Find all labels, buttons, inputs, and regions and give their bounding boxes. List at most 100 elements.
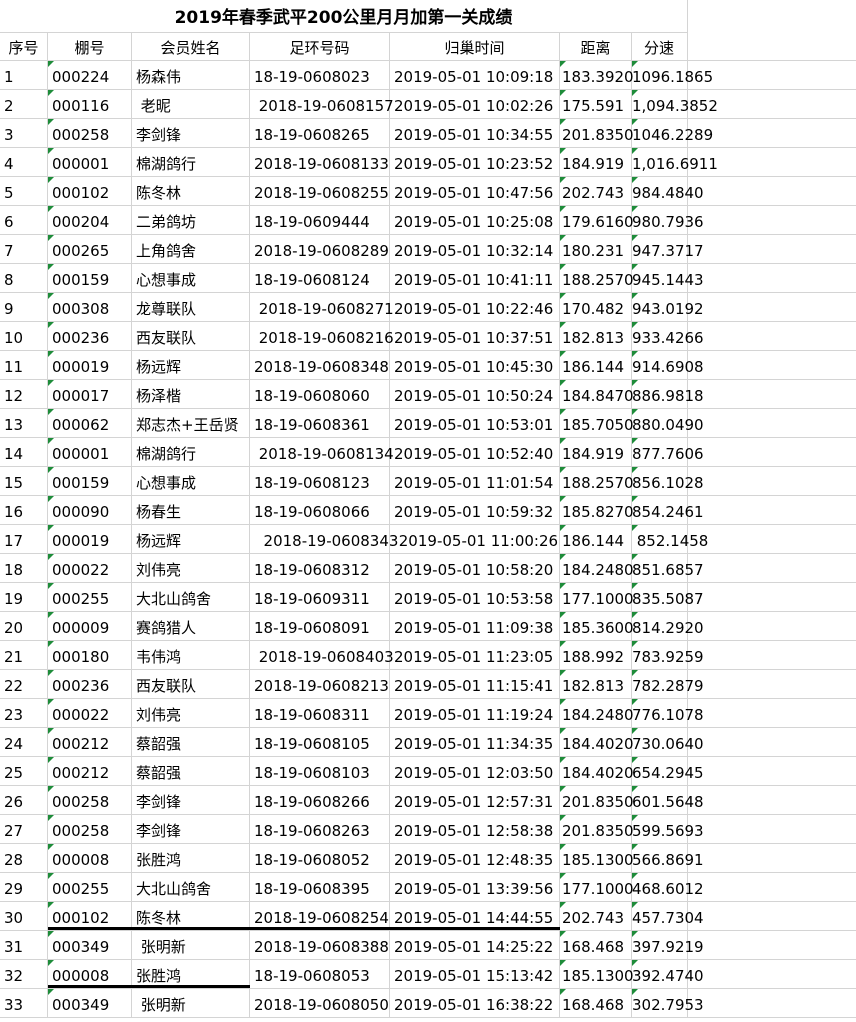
cell-ring[interactable]: 18-19-0608124	[250, 264, 390, 293]
cell-ring[interactable]: 2018-19-0608289	[250, 235, 390, 264]
cell-arrival[interactable]: 2019-05-01 10:09:18	[390, 61, 560, 90]
cell-member[interactable]: 张明新	[132, 931, 250, 960]
cell-index[interactable]: 12	[0, 380, 48, 409]
cell-index[interactable]: 10	[0, 322, 48, 351]
cell-distance[interactable]: 184.2480	[560, 554, 634, 583]
cell-member[interactable]: 大北山鸽舍	[132, 873, 250, 902]
cell-distance[interactable]: 201.8350	[560, 119, 634, 148]
empty-cell[interactable]	[688, 525, 856, 554]
cell-index[interactable]: 21	[0, 641, 48, 670]
cell-ring[interactable]: 2018-19-0608050	[250, 989, 390, 1018]
cell-speed[interactable]: 854.2461	[632, 496, 704, 525]
cell-loft[interactable]: 000258	[48, 786, 132, 815]
empty-cell[interactable]	[688, 177, 856, 206]
cell-speed[interactable]: 1096.1865	[632, 61, 713, 90]
cell-index[interactable]: 19	[0, 583, 48, 612]
cell-member[interactable]: 李剑锋	[132, 119, 250, 148]
cell-arrival[interactable]: 2019-05-01 10:59:32	[390, 496, 560, 525]
cell-member[interactable]: 西友联队	[132, 322, 250, 351]
cell-index[interactable]: 14	[0, 438, 48, 467]
cell-arrival[interactable]: 2019-05-01 16:38:22	[390, 989, 560, 1018]
cell-member[interactable]: 棉湖鸽行	[132, 438, 250, 467]
cell-speed[interactable]: 1,016.6911	[632, 148, 718, 177]
cell-speed[interactable]: 933.4266	[632, 322, 704, 351]
cell-loft[interactable]: 000001	[48, 148, 132, 177]
cell-distance[interactable]: 180.231	[560, 235, 632, 264]
cell-arrival[interactable]: 2019-05-01 11:15:41	[390, 670, 560, 699]
cell-ring[interactable]: 18-19-0608053	[250, 960, 390, 989]
cell-speed[interactable]: 880.0490	[632, 409, 704, 438]
empty-cell[interactable]	[688, 728, 856, 757]
cell-loft[interactable]: 000159	[48, 264, 132, 293]
cell-speed[interactable]: 856.1028	[632, 467, 704, 496]
cell-distance[interactable]: 188.2570	[560, 467, 634, 496]
cell-ring[interactable]: 2018-19-0608157	[250, 90, 394, 119]
cell-loft[interactable]: 000349	[48, 931, 132, 960]
cell-distance[interactable]: 184.919	[560, 148, 632, 177]
cell-member[interactable]: 郑志杰+王岳贤	[132, 409, 250, 438]
cell-loft[interactable]: 000008	[48, 844, 132, 873]
cell-speed[interactable]: 984.4840	[632, 177, 704, 206]
cell-speed[interactable]: 980.7936	[632, 206, 704, 235]
cell-ring[interactable]: 2018-19-0608133	[250, 148, 390, 177]
cell-ring[interactable]: 2018-19-0608388	[250, 931, 390, 960]
empty-cell[interactable]	[688, 931, 856, 960]
cell-loft[interactable]: 000265	[48, 235, 132, 264]
empty-cell[interactable]	[688, 380, 856, 409]
empty-cell[interactable]	[688, 409, 856, 438]
cell-distance[interactable]: 177.1000	[560, 873, 634, 902]
cell-arrival[interactable]: 2019-05-01 11:01:54	[390, 467, 560, 496]
cell-index[interactable]: 7	[0, 235, 48, 264]
cell-arrival[interactable]: 2019-05-01 10:45:30	[390, 351, 560, 380]
cell-ring[interactable]: 2018-19-0608348	[250, 351, 390, 380]
cell-distance[interactable]: 184.8470	[560, 380, 634, 409]
cell-loft[interactable]: 000180	[48, 641, 132, 670]
cell-arrival[interactable]: 2019-05-01 13:39:56	[390, 873, 560, 902]
header-cell-arrival[interactable]: 归巢时间	[390, 32, 560, 61]
cell-distance[interactable]: 182.813	[560, 322, 632, 351]
cell-ring[interactable]: 18-19-0608091	[250, 612, 390, 641]
cell-member[interactable]: 心想事成	[132, 264, 250, 293]
cell-loft[interactable]: 000224	[48, 61, 132, 90]
empty-cell[interactable]	[688, 641, 856, 670]
cell-ring[interactable]: 2018-19-0608134	[250, 438, 394, 467]
cell-index[interactable]: 13	[0, 409, 48, 438]
cell-arrival[interactable]: 2019-05-01 15:13:42	[390, 960, 560, 989]
cell-ring[interactable]: 18-19-0608123	[250, 467, 390, 496]
cell-speed[interactable]: 654.2945	[632, 757, 704, 786]
cell-speed[interactable]: 814.2920	[632, 612, 704, 641]
cell-index[interactable]: 6	[0, 206, 48, 235]
cell-member[interactable]: 杨远辉	[132, 525, 250, 554]
cell-member[interactable]: 杨森伟	[132, 61, 250, 90]
cell-speed[interactable]: 601.5648	[632, 786, 704, 815]
cell-member[interactable]: 赛鸽猎人	[132, 612, 250, 641]
cell-ring[interactable]: 2018-19-0608271	[250, 293, 394, 322]
empty-cell[interactable]	[688, 351, 856, 380]
cell-distance[interactable]: 184.4020	[560, 728, 634, 757]
cell-distance[interactable]: 177.1000	[560, 583, 634, 612]
cell-distance[interactable]: 168.468	[560, 989, 632, 1018]
cell-speed[interactable]: 566.8691	[632, 844, 704, 873]
sheet-title[interactable]: 2019年春季武平200公里月月加第一关成绩	[0, 0, 687, 32]
header-cell-index[interactable]: 序号	[0, 32, 48, 61]
cell-member[interactable]: 陈冬林	[132, 177, 250, 206]
empty-cell[interactable]	[688, 264, 856, 293]
cell-loft[interactable]: 000102	[48, 177, 132, 206]
cell-index[interactable]: 11	[0, 351, 48, 380]
cell-ring[interactable]: 18-19-0608103	[250, 757, 390, 786]
cell-distance[interactable]: 185.1300	[560, 960, 634, 989]
cell-distance[interactable]: 188.992	[560, 641, 632, 670]
cell-arrival[interactable]: 2019-05-01 10:47:56	[390, 177, 560, 206]
cell-index[interactable]: 30	[0, 902, 48, 931]
cell-loft[interactable]: 000212	[48, 728, 132, 757]
empty-cell[interactable]	[688, 815, 856, 844]
cell-ring[interactable]: 18-19-0608105	[250, 728, 390, 757]
cell-speed[interactable]: 851.6857	[632, 554, 704, 583]
cell-index[interactable]: 4	[0, 148, 48, 177]
cell-index[interactable]: 2	[0, 90, 48, 119]
cell-distance[interactable]: 202.743	[560, 177, 632, 206]
cell-distance[interactable]: 170.482	[560, 293, 632, 322]
cell-member[interactable]: 上角鸽舍	[132, 235, 250, 264]
cell-index[interactable]: 18	[0, 554, 48, 583]
cell-ring[interactable]: 2018-19-0608403	[250, 641, 394, 670]
